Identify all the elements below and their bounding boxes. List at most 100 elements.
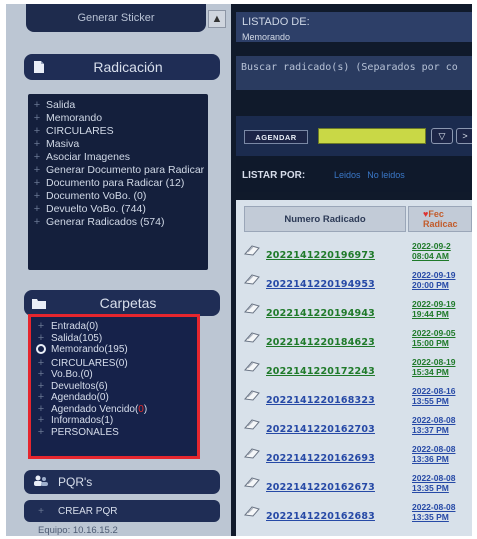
folder-item-label: Agendado Vencido(0) <box>51 403 148 415</box>
radicado-number-link[interactable]: 2022141220162673 <box>266 482 375 493</box>
attachment-icon[interactable] <box>244 388 260 401</box>
radicado-date-link[interactable]: 2022-09-2 08:04 AM <box>412 241 451 261</box>
radicado-date-link[interactable]: 2022-08-08 13:37 PM <box>412 415 455 435</box>
radicado-date-link[interactable]: 2022-09-05 15:00 PM <box>412 328 455 348</box>
folder-item[interactable]: + Agendado(0) <box>31 391 197 404</box>
folder-item[interactable]: + Vo.Bo.(0) <box>31 368 197 381</box>
radicacion-item-label: Generar Radicados (574) <box>46 216 165 228</box>
radicado-number-link[interactable]: 2022141220162693 <box>266 453 375 464</box>
radicado-number-link[interactable]: 2022141220194953 <box>266 279 375 290</box>
radicado-date-link[interactable]: 2022-08-08 13:36 PM <box>412 444 455 464</box>
col-numero-radicado[interactable]: Numero Radicado <box>244 206 406 232</box>
radicacion-item[interactable]: + Masiva <box>28 138 208 151</box>
radicado-number-link[interactable]: 2022141220162683 <box>266 511 375 522</box>
table-row: 2022141220194953 2022-09-19 20:00 PM <box>236 269 472 297</box>
app-window: Generar Sticker ▲ Radicación + Salida + Mem… <box>6 4 472 536</box>
radicacion-item[interactable]: + Generar Documento para Radicar <box>28 164 208 177</box>
folder-item[interactable]: + Informados(1) <box>31 414 197 427</box>
plus-icon: + <box>37 331 45 344</box>
leidos-link[interactable]: Leidos <box>334 170 361 180</box>
carpetas-header[interactable]: Carpetas <box>24 290 220 316</box>
attachment-icon[interactable] <box>244 330 260 343</box>
radicado-date-link[interactable]: 2022-09-19 19:44 PM <box>412 299 455 319</box>
radicado-number-link[interactable]: 2022141220162703 <box>266 424 375 435</box>
sidebar: Generar Sticker ▲ Radicación + Salida + Mem… <box>6 4 231 536</box>
radicado-number-link[interactable]: 2022141220172243 <box>266 366 375 377</box>
attachment-icon[interactable] <box>244 301 260 314</box>
attachment-icon[interactable] <box>244 359 260 372</box>
attachment-icon[interactable] <box>244 475 260 488</box>
carpetas-title: Carpetas <box>99 295 157 311</box>
radicacion-header[interactable]: Radicación <box>24 54 220 80</box>
listado-header: LISTADO DE: Memorando <box>236 12 472 42</box>
folder-item[interactable]: + Entrada(0) <box>31 320 197 333</box>
radicacion-item-label: CIRCULARES <box>46 125 114 137</box>
listado-title: LISTADO DE: <box>242 16 310 28</box>
attachment-icon[interactable] <box>244 417 260 430</box>
radicado-number-link[interactable]: 2022141220196973 <box>266 250 375 261</box>
plus-icon: + <box>33 151 41 163</box>
radicacion-item[interactable]: + Documento para Radicar (12) <box>28 177 208 190</box>
generar-sticker-button[interactable]: Generar Sticker <box>26 4 206 32</box>
radicacion-item-label: Salida <box>46 99 76 111</box>
folder-item-label: Salida(105) <box>51 332 103 344</box>
radicacion-item[interactable]: + Documento VoBo. (0) <box>28 190 208 203</box>
main-panel: LISTADO DE: Memorando Buscar radicado(s)… <box>231 4 472 536</box>
radicado-date-link[interactable]: 2022-08-16 13:55 PM <box>412 386 455 406</box>
table-row: 2022141220184623 2022-09-05 15:00 PM <box>236 327 472 355</box>
folder-item[interactable]: + PERSONALES <box>31 425 197 439</box>
equipo-info: Equipo: 10.16.15.2 <box>38 525 118 536</box>
plus-icon: + <box>33 203 41 215</box>
attachment-icon[interactable] <box>244 504 260 517</box>
folder-item[interactable]: Memorando(195) <box>31 344 197 358</box>
folder-item-label: Entrada(0) <box>51 321 99 332</box>
dropdown-icon[interactable]: ▽ <box>431 128 453 144</box>
attachment-icon[interactable] <box>244 272 260 285</box>
radicado-date-link[interactable]: 2022-09-19 20:00 PM <box>412 270 455 290</box>
attachment-icon[interactable] <box>244 446 260 459</box>
search-radicado-input[interactable]: Buscar radicado(s) (Separados por co <box>236 56 472 90</box>
folder-item[interactable]: + Devueltos(6) <box>31 380 197 393</box>
table-row: 2022141220162693 2022-08-08 13:36 PM <box>236 443 472 471</box>
plus-icon: + <box>37 391 45 403</box>
next-icon[interactable]: > <box>456 128 472 144</box>
attachment-icon[interactable] <box>244 243 260 256</box>
radicacion-item-label: Devuelto VoBo. (744) <box>46 203 146 215</box>
no-leidos-link[interactable]: No leidos <box>367 170 405 180</box>
radicacion-item-label: Asociar Imagenes <box>46 151 131 163</box>
folders-menu: + Entrada(0) + Salida(105) Memorando(195) + CI… <box>28 314 200 459</box>
plus-icon: + <box>33 164 41 176</box>
agendar-date-input[interactable] <box>318 128 426 144</box>
folder-item-label: Informados(1) <box>51 415 114 426</box>
radicacion-item[interactable]: + Salida <box>28 99 208 112</box>
radicado-number-link[interactable]: 2022141220184623 <box>266 337 375 348</box>
radicacion-item[interactable]: + Devuelto VoBo. (744) <box>28 203 208 216</box>
pqr-label: PQR's <box>58 475 93 489</box>
radicado-number-link[interactable]: 2022141220168323 <box>266 395 375 406</box>
radicacion-item-label: Masiva <box>46 138 80 150</box>
radicacion-item-label: Documento para Radicar (12) <box>46 177 185 189</box>
folder-item[interactable]: + CIRCULARES(0) <box>31 357 197 370</box>
col-fecha-radicacion[interactable]: ♥Fec Radicac <box>408 206 472 232</box>
table-row: 2022141220172243 2022-08-19 15:34 PM <box>236 356 472 384</box>
radicado-date-link[interactable]: 2022-08-08 13:35 PM <box>412 473 455 493</box>
radicacion-item[interactable]: + CIRCULARES <box>28 125 208 138</box>
plus-icon: + <box>37 425 45 438</box>
radicado-number-link[interactable]: 2022141220194943 <box>266 308 375 319</box>
radicacion-item[interactable]: + Asociar Imagenes <box>28 151 208 164</box>
plus-icon: + <box>33 99 41 111</box>
folder-item[interactable]: + Salida(105) <box>31 331 197 345</box>
pqr-header[interactable]: PQR's <box>24 470 220 494</box>
radicacion-item[interactable]: + Memorando <box>28 112 208 125</box>
open-folder-icon <box>31 344 51 358</box>
radicado-date-link[interactable]: 2022-08-08 13:35 PM <box>412 502 455 522</box>
plus-icon: + <box>37 320 45 332</box>
scroll-up-icon[interactable]: ▲ <box>208 10 226 28</box>
radicado-date-link[interactable]: 2022-08-19 15:34 PM <box>412 357 455 377</box>
listado-subtitle: Memorando <box>242 32 291 42</box>
agendar-button[interactable]: AGENDAR <box>244 130 308 144</box>
radicacion-item-label: Generar Documento para Radicar <box>46 164 205 176</box>
radicacion-item[interactable]: + Generar Radicados (574) <box>28 216 208 229</box>
folder-item[interactable]: + Agendado Vencido(0) <box>31 403 197 416</box>
crear-pqr-button[interactable]: + CREAR PQR <box>24 500 220 522</box>
